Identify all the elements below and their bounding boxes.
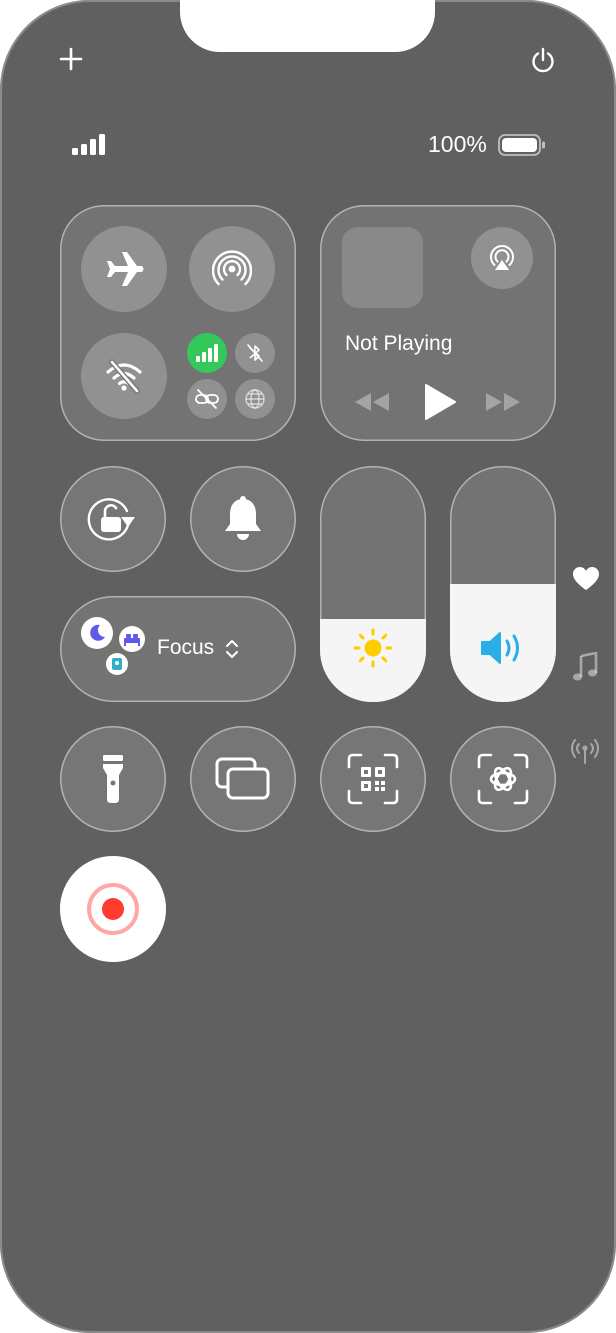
- fast-forward-icon: [486, 393, 520, 411]
- chevron-up-down-icon: [225, 639, 239, 659]
- visual-lookup-button[interactable]: [450, 726, 556, 832]
- focus-button[interactable]: Focus: [60, 596, 296, 702]
- airdrop-icon: [212, 250, 252, 286]
- badge-icon: [112, 658, 122, 670]
- work-focus-badge: [106, 653, 128, 675]
- antenna-icon: [571, 739, 599, 764]
- page-indicator-connectivity[interactable]: [570, 738, 600, 764]
- cellular-signal-icon: [72, 134, 105, 155]
- sleep-focus-badge: [81, 617, 113, 649]
- power-icon: [532, 47, 554, 73]
- cellular-icon: [196, 344, 218, 362]
- power-button[interactable]: [529, 46, 557, 74]
- airplane-mode-button[interactable]: [81, 226, 167, 312]
- play-icon: [425, 384, 456, 420]
- orientation-lock-button[interactable]: [60, 466, 166, 572]
- personal-hotspot-button[interactable]: [187, 379, 227, 419]
- now-playing-panel: Not Playing: [320, 205, 556, 441]
- battery-icon: [498, 133, 546, 157]
- page-indicator-music[interactable]: [572, 652, 598, 682]
- moon-icon: [90, 624, 105, 641]
- page-indicator-favorites[interactable]: [572, 566, 600, 592]
- now-playing-status: Not Playing: [345, 332, 453, 355]
- bluetooth-off-icon: [247, 344, 263, 362]
- focus-label: Focus: [157, 636, 215, 659]
- airplane-icon: [107, 252, 144, 286]
- album-artwork: [342, 227, 423, 308]
- airplay-button[interactable]: [471, 227, 533, 289]
- wifi-button[interactable]: [81, 333, 167, 419]
- flashlight-icon: [103, 755, 123, 803]
- screen-mirroring-icon: [215, 757, 270, 800]
- play-button[interactable]: [423, 383, 457, 421]
- control-center: 100% Not Playing Focus: [0, 0, 616, 1333]
- screen-recording-button[interactable]: [60, 856, 166, 962]
- rotation-lock-icon: [87, 498, 135, 541]
- globe-icon: [245, 389, 265, 409]
- speaker-icon: [479, 628, 527, 668]
- heart-icon: [573, 567, 599, 590]
- visual-lookup-icon: [477, 753, 529, 805]
- screen-mirroring-button[interactable]: [190, 726, 296, 832]
- brightness-slider[interactable]: [320, 466, 426, 702]
- signal-strength: [72, 134, 106, 156]
- rewind-icon: [355, 393, 389, 411]
- flashlight-button[interactable]: [60, 726, 166, 832]
- notch: [180, 0, 435, 52]
- volume-slider[interactable]: [450, 466, 556, 702]
- connectivity-panel: [60, 205, 296, 441]
- plus-icon: [59, 47, 83, 71]
- airplay-icon: [490, 244, 514, 270]
- code-scanner-button[interactable]: [320, 726, 426, 832]
- vpn-button[interactable]: [235, 379, 275, 419]
- link-off-icon: [195, 389, 219, 409]
- wifi-off-icon: [106, 359, 142, 394]
- battery-percentage: 100%: [428, 131, 487, 157]
- next-track-button[interactable]: [484, 391, 522, 413]
- cellular-data-button[interactable]: [187, 333, 227, 373]
- bell-icon: [225, 496, 261, 540]
- qr-scanner-icon: [347, 753, 399, 805]
- music-icon: [573, 652, 598, 681]
- silent-mode-button[interactable]: [190, 466, 296, 572]
- screen-record-icon: [87, 883, 139, 935]
- add-button[interactable]: [58, 46, 84, 72]
- previous-track-button[interactable]: [353, 391, 391, 413]
- sun-icon: [351, 626, 395, 670]
- personal-focus-badge: [119, 626, 145, 652]
- airdrop-button[interactable]: [189, 226, 275, 312]
- bluetooth-button[interactable]: [235, 333, 275, 373]
- bed-icon: [124, 634, 140, 646]
